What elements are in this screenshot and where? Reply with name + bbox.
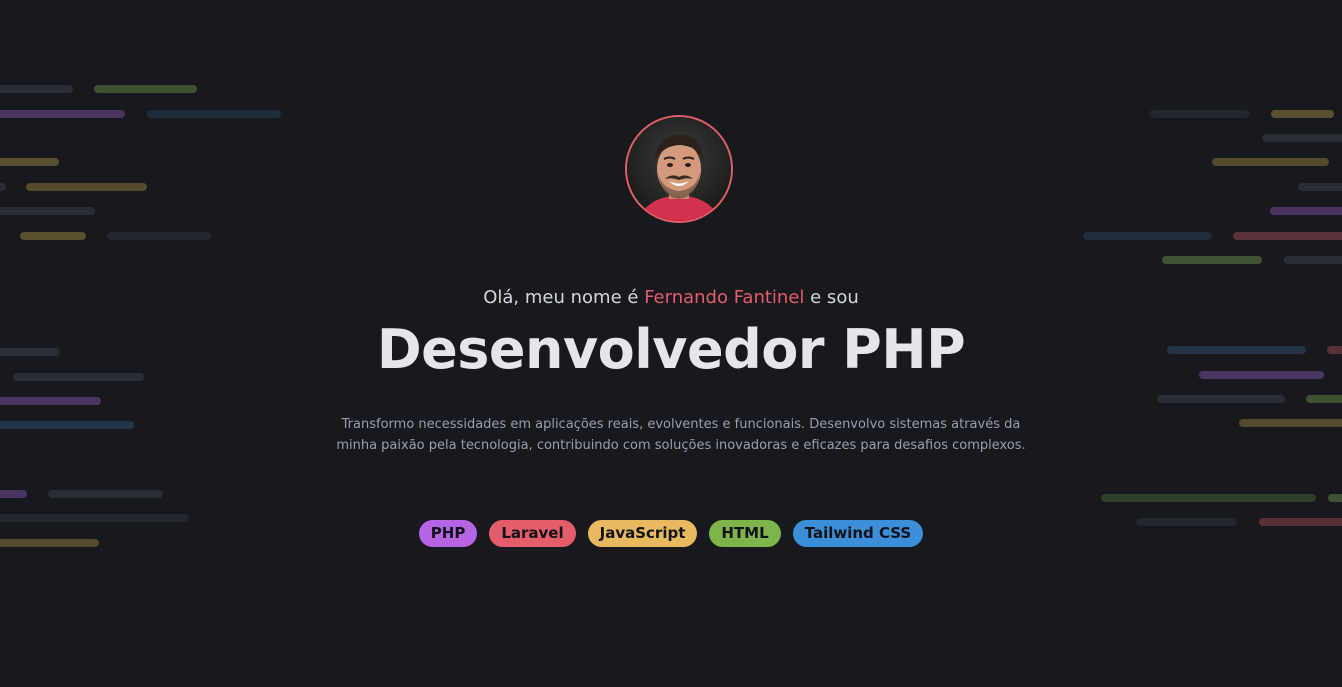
intro-prefix: Olá, meu nome é [483,287,639,308]
intro-suffix: e sou [810,287,859,308]
intro-name: Fernando Fantinel [644,287,805,308]
hero-description: Transformo necessidades em aplicações re… [336,417,1026,453]
skills-list: PHP Laravel JavaScript HTML Tailwind CSS [0,520,1342,547]
skill-badge-laravel: Laravel [489,520,576,547]
profile-photo-icon [627,117,731,221]
intro-text: Olá, meu nome é Fernando Fantinel e sou [0,287,1342,308]
page: Olá, meu nome é Fernando Fantinel e sou … [0,0,1342,687]
skill-badge-html: HTML [709,520,781,547]
page-title: Desenvolvedor PHP [376,318,966,381]
skill-badge-php: PHP [418,520,478,547]
profile-avatar [625,115,733,223]
skill-badge-javascript: JavaScript [587,520,698,547]
skill-badge-tailwind: Tailwind CSS [792,520,924,547]
